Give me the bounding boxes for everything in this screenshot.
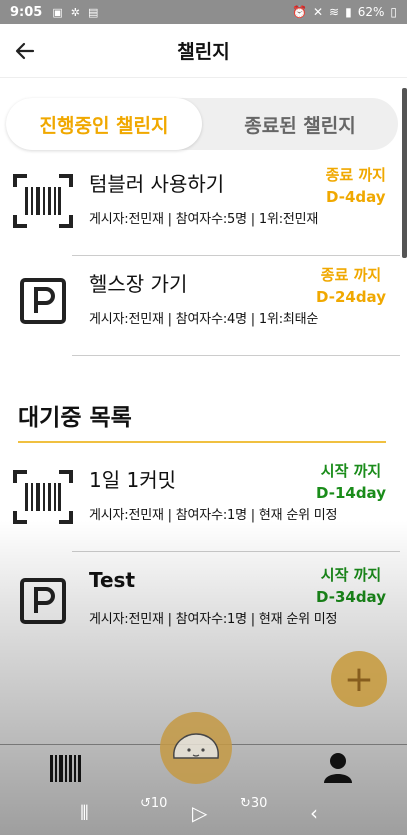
deadline-label: 종료 까지 [325, 166, 386, 184]
challenge-meta: 게시자:전민재 | 참여자수:1명 | 현재 순위 미정 [89, 508, 338, 523]
wifi-icon: ≋ [329, 5, 340, 19]
challenge-meta: 게시자:전민재 | 참여자수:5명 | 1위:전민재 [89, 212, 319, 227]
rewind-label: 10 [150, 796, 168, 811]
start-days: D-14day [315, 484, 386, 502]
accessibility-icon: ✲ [70, 5, 80, 19]
status-time: 9:05 [10, 4, 43, 20]
parking-icon [12, 570, 74, 632]
signal-icon: ▮ [345, 5, 352, 19]
status-bar: 9:05 ▣ ✲ ▤ ⏰ ✕ ≋ ▮ 62% ▯ [0, 0, 407, 24]
challenge-title: 헬스장 가기 [89, 272, 188, 296]
back-nav-icon[interactable]: ‹ [310, 801, 318, 825]
deadline-days: D-24day [315, 288, 386, 306]
forward-label: 30 [250, 796, 268, 811]
scroll-indicator [402, 88, 407, 258]
barcode-icon [12, 170, 74, 232]
barcode-icon [50, 755, 81, 782]
challenge-item-gym[interactable]: 헬스장 가기 게시자:전민재 | 참여자수:4명 | 1위:최태순 종료 까지 … [0, 256, 400, 356]
challenge-title: 1일 1커밋 [89, 468, 177, 492]
calendar-icon: ▤ [87, 5, 99, 19]
back-arrow-icon [15, 42, 35, 59]
deadline-days: D-4day [325, 188, 386, 206]
challenge-start: 시작 까지 D-34day [316, 564, 386, 608]
play-icon[interactable]: ▷ [192, 801, 207, 825]
app-header: 챌린지 [0, 24, 407, 78]
alarm-icon: ⏰ [292, 5, 307, 19]
divider [72, 551, 400, 552]
challenge-item-tumbler[interactable]: 텀블러 사용하기 게시자:전민재 | 참여자수:5명 | 1위:전민재 종료 까… [0, 156, 400, 256]
challenge-deadline: 종료 까지 D-4day [326, 164, 386, 208]
challenge-meta: 게시자:전민재 | 참여자수:4명 | 1위:최태순 [89, 312, 319, 327]
section-underline [18, 441, 386, 443]
start-label: 시작 까지 [320, 462, 382, 480]
challenge-item-commit[interactable]: 1일 1커밋 게시자:전민재 | 참여자수:1명 | 현재 순위 미정 시작 까… [0, 452, 400, 552]
challenge-start: 시작 까지 D-14day [316, 460, 386, 504]
challenge-tabs: 진행중인 챌린지 종료된 챌린지 [6, 98, 398, 150]
tab-ongoing[interactable]: 진행중인 챌린지 [6, 98, 202, 150]
forward-button[interactable]: ↻30 [240, 796, 267, 811]
challenge-deadline: 종료 까지 D-24day [316, 264, 386, 308]
tab-finished[interactable]: 종료된 챌린지 [202, 98, 398, 150]
waiting-section-title: 대기중 목록 [18, 405, 132, 431]
challenge-item-test[interactable]: Test 게시자:전민재 | 참여자수:1명 | 현재 순위 미정 시작 까지 … [0, 556, 400, 656]
back-button[interactable] [0, 24, 50, 78]
recent-apps-icon[interactable]: ⦀ [80, 801, 89, 825]
challenge-title: Test [89, 568, 136, 592]
challenge-meta: 게시자:전민재 | 참여자수:1명 | 현재 순위 미정 [89, 612, 338, 627]
challenge-title: 텀블러 사용하기 [89, 172, 225, 196]
rewind-button[interactable]: ↺10 [140, 796, 167, 811]
system-nav-bar: ⦀ ↺10 ▷ ↻30 ‹ [0, 790, 407, 835]
nav-profile-button[interactable] [318, 749, 358, 787]
divider [72, 355, 400, 356]
battery-icon: ▯ [390, 5, 397, 19]
deadline-label: 종료 까지 [320, 266, 382, 284]
mascot-icon [173, 733, 219, 759]
nav-home-button[interactable] [160, 712, 232, 784]
screenshot-icon: ▣ [52, 5, 63, 19]
profile-icon [324, 753, 352, 783]
battery-percent: 62% [357, 5, 385, 19]
plus-icon: + [343, 658, 375, 700]
nav-barcode-button[interactable] [44, 750, 86, 786]
parking-icon [12, 270, 74, 332]
mute-icon: ✕ [312, 5, 324, 19]
start-days: D-34day [315, 588, 386, 606]
barcode-icon [12, 466, 74, 528]
start-label: 시작 까지 [320, 566, 382, 584]
add-challenge-button[interactable]: + [331, 651, 387, 707]
page-title: 챌린지 [177, 41, 230, 63]
